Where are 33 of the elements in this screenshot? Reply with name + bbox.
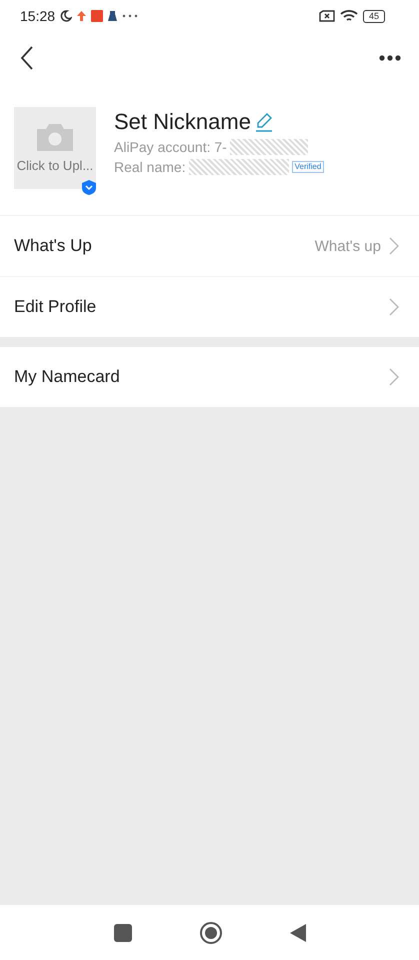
nickname[interactable]: Set Nickname (114, 109, 251, 135)
back-icon[interactable] (20, 46, 34, 70)
back-icon[interactable] (290, 924, 306, 942)
menu-row[interactable]: What's Up What's up (0, 216, 419, 276)
status-time: 15:28 (20, 8, 56, 24)
menu-row[interactable]: My Namecard (0, 347, 419, 407)
row-label: My Namecard (14, 367, 121, 387)
real-name-label: Real name: (114, 159, 186, 175)
recents-icon[interactable] (114, 924, 132, 942)
more-icon[interactable] (379, 55, 401, 61)
pencil-icon[interactable] (254, 112, 274, 132)
wifi-icon (340, 9, 358, 23)
shield-icon (82, 180, 96, 195)
app-icon (91, 10, 104, 22)
moon-icon (60, 10, 72, 22)
more-icon (122, 14, 138, 18)
chevron-icon (389, 298, 399, 316)
home-icon[interactable] (198, 920, 222, 944)
account-label: AliPay account: 7- (114, 139, 227, 155)
sim-icon (318, 10, 335, 22)
chevron-icon (389, 237, 399, 255)
battery-icon: 45 (362, 10, 385, 22)
camera-icon (37, 123, 73, 151)
avatar-upload[interactable]: Click to Upl... (14, 107, 96, 189)
row-value: What's up (314, 238, 381, 254)
verified-badge: Verified (292, 161, 324, 173)
row-label: Edit Profile (14, 297, 98, 317)
chevron-icon (389, 368, 399, 386)
dress-icon (108, 11, 118, 21)
menu-row[interactable]: Edit Profile (0, 276, 419, 337)
avatar-label: Click to Upl... (16, 158, 94, 173)
arrow-up-icon (77, 11, 86, 21)
row-label: What's Up (14, 236, 93, 256)
